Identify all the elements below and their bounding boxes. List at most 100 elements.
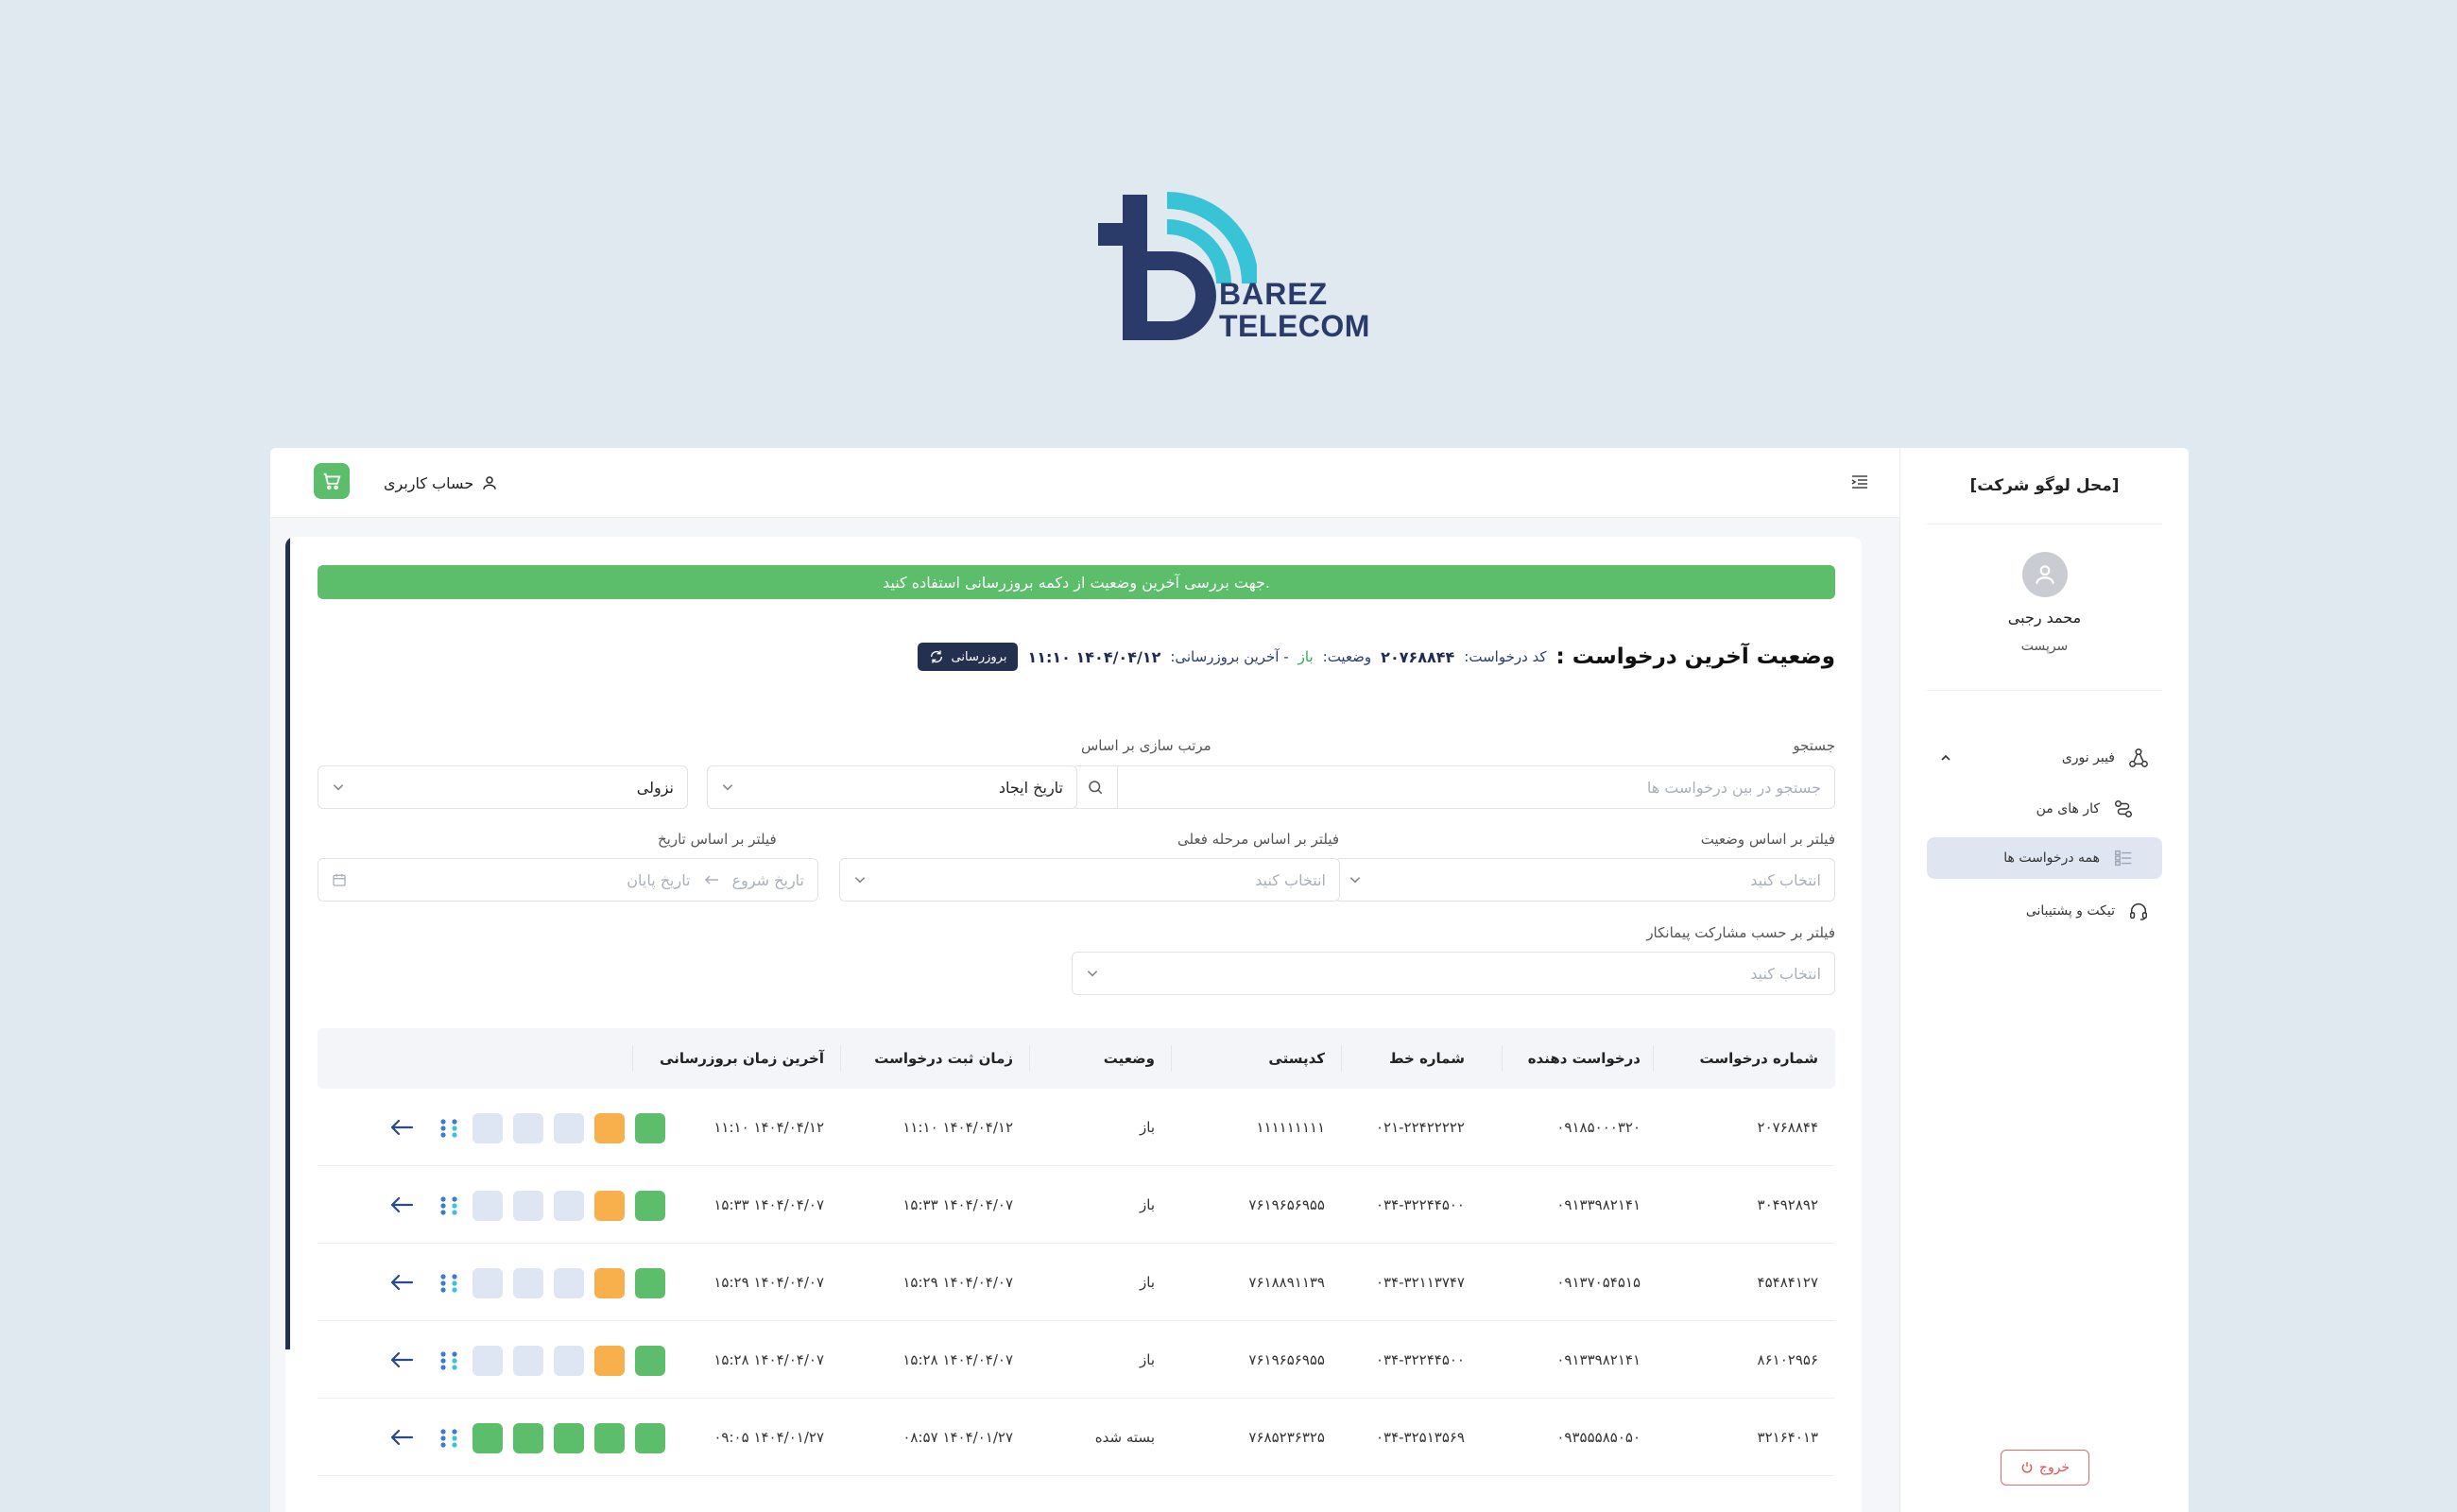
sidebar-item-fiber[interactable]: فیبر نوری bbox=[1927, 737, 2162, 779]
workflow-icon[interactable] bbox=[438, 1273, 459, 1294]
sidebar-item-label: کار های من bbox=[2036, 801, 2100, 816]
progress-step bbox=[635, 1191, 665, 1221]
state-value: باز bbox=[1297, 648, 1314, 665]
contractor-filter-label: فیلتر بر حسب مشارکت پیمانکار bbox=[1646, 924, 1835, 941]
progress-step bbox=[472, 1423, 503, 1453]
table-row[interactable]: ۸۶۱۰۲۹۵۶ ۰۹۱۳۳۹۸۲۱۴۱ ۰۳۴-۳۲۲۴۴۵۰۰ ۷۶۱۹۶۵۶۹۵… bbox=[318, 1321, 1835, 1399]
order-select[interactable]: نزولی bbox=[318, 765, 688, 809]
contractor-filter-select[interactable]: انتخاب کنید bbox=[1072, 952, 1835, 995]
progress-step bbox=[472, 1346, 503, 1376]
progress-step bbox=[513, 1113, 543, 1143]
progress-step bbox=[635, 1268, 665, 1298]
brand-line-2: TELECOM bbox=[1219, 309, 1370, 343]
cell-requester: ۰۹۱۳۳۹۸۲۱۴۱ bbox=[1556, 1351, 1641, 1368]
code-value: ۲۰۷۶۸۸۴۴ bbox=[1381, 647, 1455, 666]
date-end-input[interactable]: تاریخ پایان bbox=[627, 871, 690, 889]
chevron-down-icon bbox=[722, 784, 733, 791]
cell-postal-code: ۱۱۱۱۱۱۱۱۱ bbox=[1256, 1119, 1325, 1136]
order-value: نزولی bbox=[636, 778, 674, 797]
workflow-icon[interactable] bbox=[438, 1195, 459, 1216]
sidebar-item-label: همه درخواست ها bbox=[2003, 850, 2100, 866]
search-field[interactable]: جستجو در بین درخواست ها bbox=[1072, 765, 1835, 809]
status-filter-select[interactable]: انتخاب کنید bbox=[1334, 858, 1835, 902]
menu-toggle-button[interactable] bbox=[1847, 469, 1873, 495]
workflow-icon[interactable] bbox=[438, 1118, 459, 1139]
cell-created-at: ۱۴۰۴/۰۴/۰۷ ۱۵:۳۳ bbox=[902, 1196, 1013, 1213]
cell-status: باز bbox=[1140, 1196, 1155, 1213]
progress-step bbox=[472, 1113, 503, 1143]
sidebar-item-label: فیبر نوری bbox=[2061, 750, 2115, 765]
progress-step bbox=[472, 1268, 503, 1298]
sidebar-item-all-requests[interactable]: همه درخواست ها bbox=[1927, 837, 2162, 879]
list-icon bbox=[2115, 850, 2132, 867]
progress-step bbox=[594, 1346, 625, 1376]
sidebar-item-support[interactable]: تیکت و پشتیبانی bbox=[1927, 890, 2162, 932]
updated-label: - آخرین بروزرسانی: bbox=[1170, 648, 1289, 665]
cell-requester: ۰۹۱۳۷۰۵۴۵۱۵ bbox=[1556, 1274, 1641, 1291]
arrow-left-icon bbox=[704, 875, 718, 885]
view-details-arrow-icon[interactable] bbox=[389, 1349, 414, 1371]
company-logo-placeholder: [محل لوگو شرکت] bbox=[1969, 476, 2120, 495]
cart-button[interactable] bbox=[314, 463, 350, 499]
logout-button[interactable]: خروج bbox=[2001, 1450, 2089, 1486]
chevron-down-icon bbox=[854, 877, 866, 884]
progress-steps bbox=[472, 1113, 665, 1143]
view-details-arrow-icon[interactable] bbox=[389, 1271, 414, 1294]
cell-postal-code: ۷۶۸۵۲۳۶۳۲۵ bbox=[1248, 1429, 1325, 1446]
updated-value: ۱۴۰۴/۰۴/۱۲ ۱۱:۱۰ bbox=[1027, 647, 1161, 666]
chevron-up-icon[interactable] bbox=[1940, 752, 1951, 764]
column-header: شماره خط bbox=[1388, 1050, 1465, 1067]
progress-step bbox=[513, 1423, 543, 1453]
sort-select[interactable]: تاریخ ایجاد bbox=[707, 765, 1077, 809]
chevron-down-icon bbox=[333, 784, 344, 791]
refresh-label: بروزرسانی bbox=[951, 649, 1007, 664]
cell-line-number: ۰۲۱-۲۲۴۲۲۲۲۲ bbox=[1375, 1119, 1465, 1136]
calendar-icon[interactable] bbox=[332, 872, 347, 887]
progress-step bbox=[635, 1113, 665, 1143]
view-details-arrow-icon[interactable] bbox=[389, 1426, 414, 1449]
cell-updated-at: ۱۴۰۴/۰۴/۱۲ ۱۱:۱۰ bbox=[713, 1119, 824, 1136]
user-icon bbox=[2035, 565, 2054, 584]
date-range-field[interactable]: تاریخ شروع تاریخ پایان bbox=[318, 858, 818, 902]
view-details-arrow-icon[interactable] bbox=[389, 1194, 414, 1216]
table-row[interactable]: ۳۲۱۶۴۰۱۳ ۰۹۳۵۵۵۸۵۰۵۰ ۰۳۴-۳۲۵۱۳۵۶۹ ۷۶۸۵۲۳۶۳۲… bbox=[318, 1399, 1835, 1476]
workflow-icon[interactable] bbox=[438, 1428, 459, 1449]
cell-line-number: ۰۳۴-۳۲۱۱۳۷۴۷ bbox=[1375, 1274, 1465, 1291]
stage-filter-select[interactable]: انتخاب کنید bbox=[839, 858, 1340, 902]
info-notice: جهت بررسی آخرین وضعیت از دکمه بروزرسانی … bbox=[318, 565, 1835, 599]
refresh-button[interactable]: بروزرسانی bbox=[917, 643, 1019, 671]
progress-step bbox=[635, 1423, 665, 1453]
view-details-arrow-icon[interactable] bbox=[389, 1116, 414, 1139]
logout-icon bbox=[2021, 1462, 2033, 1473]
sidebar-item-my-tasks[interactable]: کار های من bbox=[1927, 788, 2162, 830]
chevron-down-icon bbox=[1349, 877, 1361, 884]
cell-postal-code: ۷۶۱۹۶۵۶۹۵۵ bbox=[1248, 1196, 1325, 1213]
cell-status: باز bbox=[1140, 1119, 1155, 1136]
cell-status: باز bbox=[1140, 1351, 1155, 1368]
progress-steps bbox=[472, 1346, 665, 1376]
cell-status: باز bbox=[1140, 1274, 1155, 1291]
table-row[interactable]: ۲۰۷۶۸۸۴۴ ۰۹۱۸۵۰۰۰۳۲۰ ۰۲۱-۲۲۴۲۲۲۲۲ ۱۱۱۱۱۱۱۱۱… bbox=[318, 1089, 1835, 1166]
cell-requester: ۰۹۳۵۵۵۸۵۰۵۰ bbox=[1556, 1429, 1641, 1446]
cell-line-number: ۰۳۴-۳۲۲۴۴۵۰۰ bbox=[1375, 1351, 1465, 1368]
table-row[interactable]: ۴۵۴۸۴۱۲۷ ۰۹۱۳۷۰۵۴۵۱۵ ۰۳۴-۳۲۱۱۳۷۴۷ ۷۶۱۸۸۹۱۱۳… bbox=[318, 1244, 1835, 1321]
search-button[interactable] bbox=[1073, 766, 1118, 808]
search-input[interactable]: جستجو در بین درخواست ها bbox=[1647, 779, 1821, 797]
cell-updated-at: ۱۴۰۴/۰۱/۲۷ ۰۹:۰۵ bbox=[713, 1429, 824, 1446]
cell-created-at: ۱۴۰۴/۰۴/۰۷ ۱۵:۲۸ bbox=[902, 1351, 1013, 1368]
avatar[interactable] bbox=[2021, 552, 2068, 597]
cell-line-number: ۰۳۴-۳۲۵۱۳۵۶۹ bbox=[1375, 1429, 1465, 1446]
date-start-input[interactable]: تاریخ شروع bbox=[732, 871, 804, 889]
table-row[interactable]: ۳۰۴۹۲۸۹۲ ۰۹۱۳۳۹۸۲۱۴۱ ۰۳۴-۳۲۲۴۴۵۰۰ ۷۶۱۹۶۵۶۹۵… bbox=[318, 1166, 1835, 1244]
workflow-icon[interactable] bbox=[438, 1350, 459, 1371]
account-menu[interactable]: حساب کاربری bbox=[384, 471, 498, 495]
cell-request-id: ۴۵۴۸۴۱۲۷ bbox=[1757, 1274, 1818, 1291]
cell-updated-at: ۱۴۰۴/۰۴/۰۷ ۱۵:۲۹ bbox=[713, 1274, 824, 1291]
progress-steps bbox=[472, 1191, 665, 1221]
progress-step bbox=[554, 1346, 584, 1376]
cell-requester: ۰۹۱۳۳۹۸۲۱۴۱ bbox=[1556, 1196, 1641, 1213]
search-icon bbox=[1088, 781, 1102, 795]
cell-created-at: ۱۴۰۴/۰۱/۲۷ ۰۸:۵۷ bbox=[902, 1429, 1013, 1446]
sort-value: تاریخ ایجاد bbox=[998, 778, 1063, 797]
cell-requester: ۰۹۱۸۵۰۰۰۳۲۰ bbox=[1556, 1119, 1641, 1136]
